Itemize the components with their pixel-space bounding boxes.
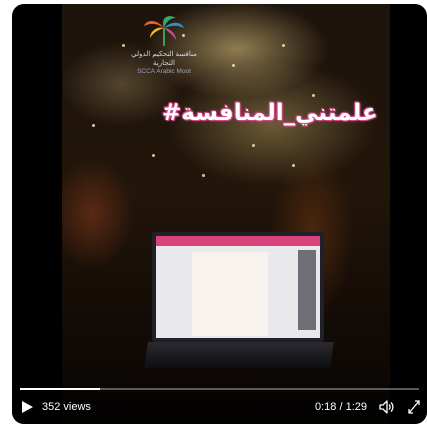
- light-sparkle: [232, 64, 235, 67]
- light-sparkle: [202, 174, 205, 177]
- video-player[interactable]: منافسة التحكيم الدولي التجارية SCCA Arab…: [12, 4, 427, 424]
- video-frame[interactable]: منافسة التحكيم الدولي التجارية SCCA Arab…: [62, 4, 390, 424]
- laptop-screen: [152, 232, 324, 342]
- competition-logo: منافسة التحكيم الدولي التجارية SCCA Arab…: [124, 14, 204, 76]
- fullscreen-icon[interactable]: [406, 398, 422, 416]
- logo-english-text: SCCA Arabic Moot: [137, 68, 191, 75]
- progress-fill: [20, 388, 100, 390]
- time-display: 0:18 / 1:29: [315, 401, 367, 413]
- volume-icon[interactable]: [377, 398, 395, 416]
- light-sparkle: [282, 44, 285, 47]
- view-count: 352 views: [42, 401, 91, 413]
- light-sparkle: [292, 164, 295, 167]
- progress-bar[interactable]: [20, 388, 419, 390]
- light-sparkle: [152, 154, 155, 157]
- palm-logo-icon: [142, 14, 186, 48]
- light-sparkle: [312, 94, 315, 97]
- laptop-base: [144, 342, 334, 368]
- player-controls: 352 views 0:18 / 1:29: [12, 380, 427, 424]
- logo-arabic-text: منافسة التحكيم الدولي التجارية: [131, 51, 197, 67]
- light-sparkle: [252, 144, 255, 147]
- light-sparkle: [92, 124, 95, 127]
- hashtag-overlay: #علمتني_المنافسة: [162, 100, 378, 126]
- play-icon[interactable]: [20, 400, 34, 414]
